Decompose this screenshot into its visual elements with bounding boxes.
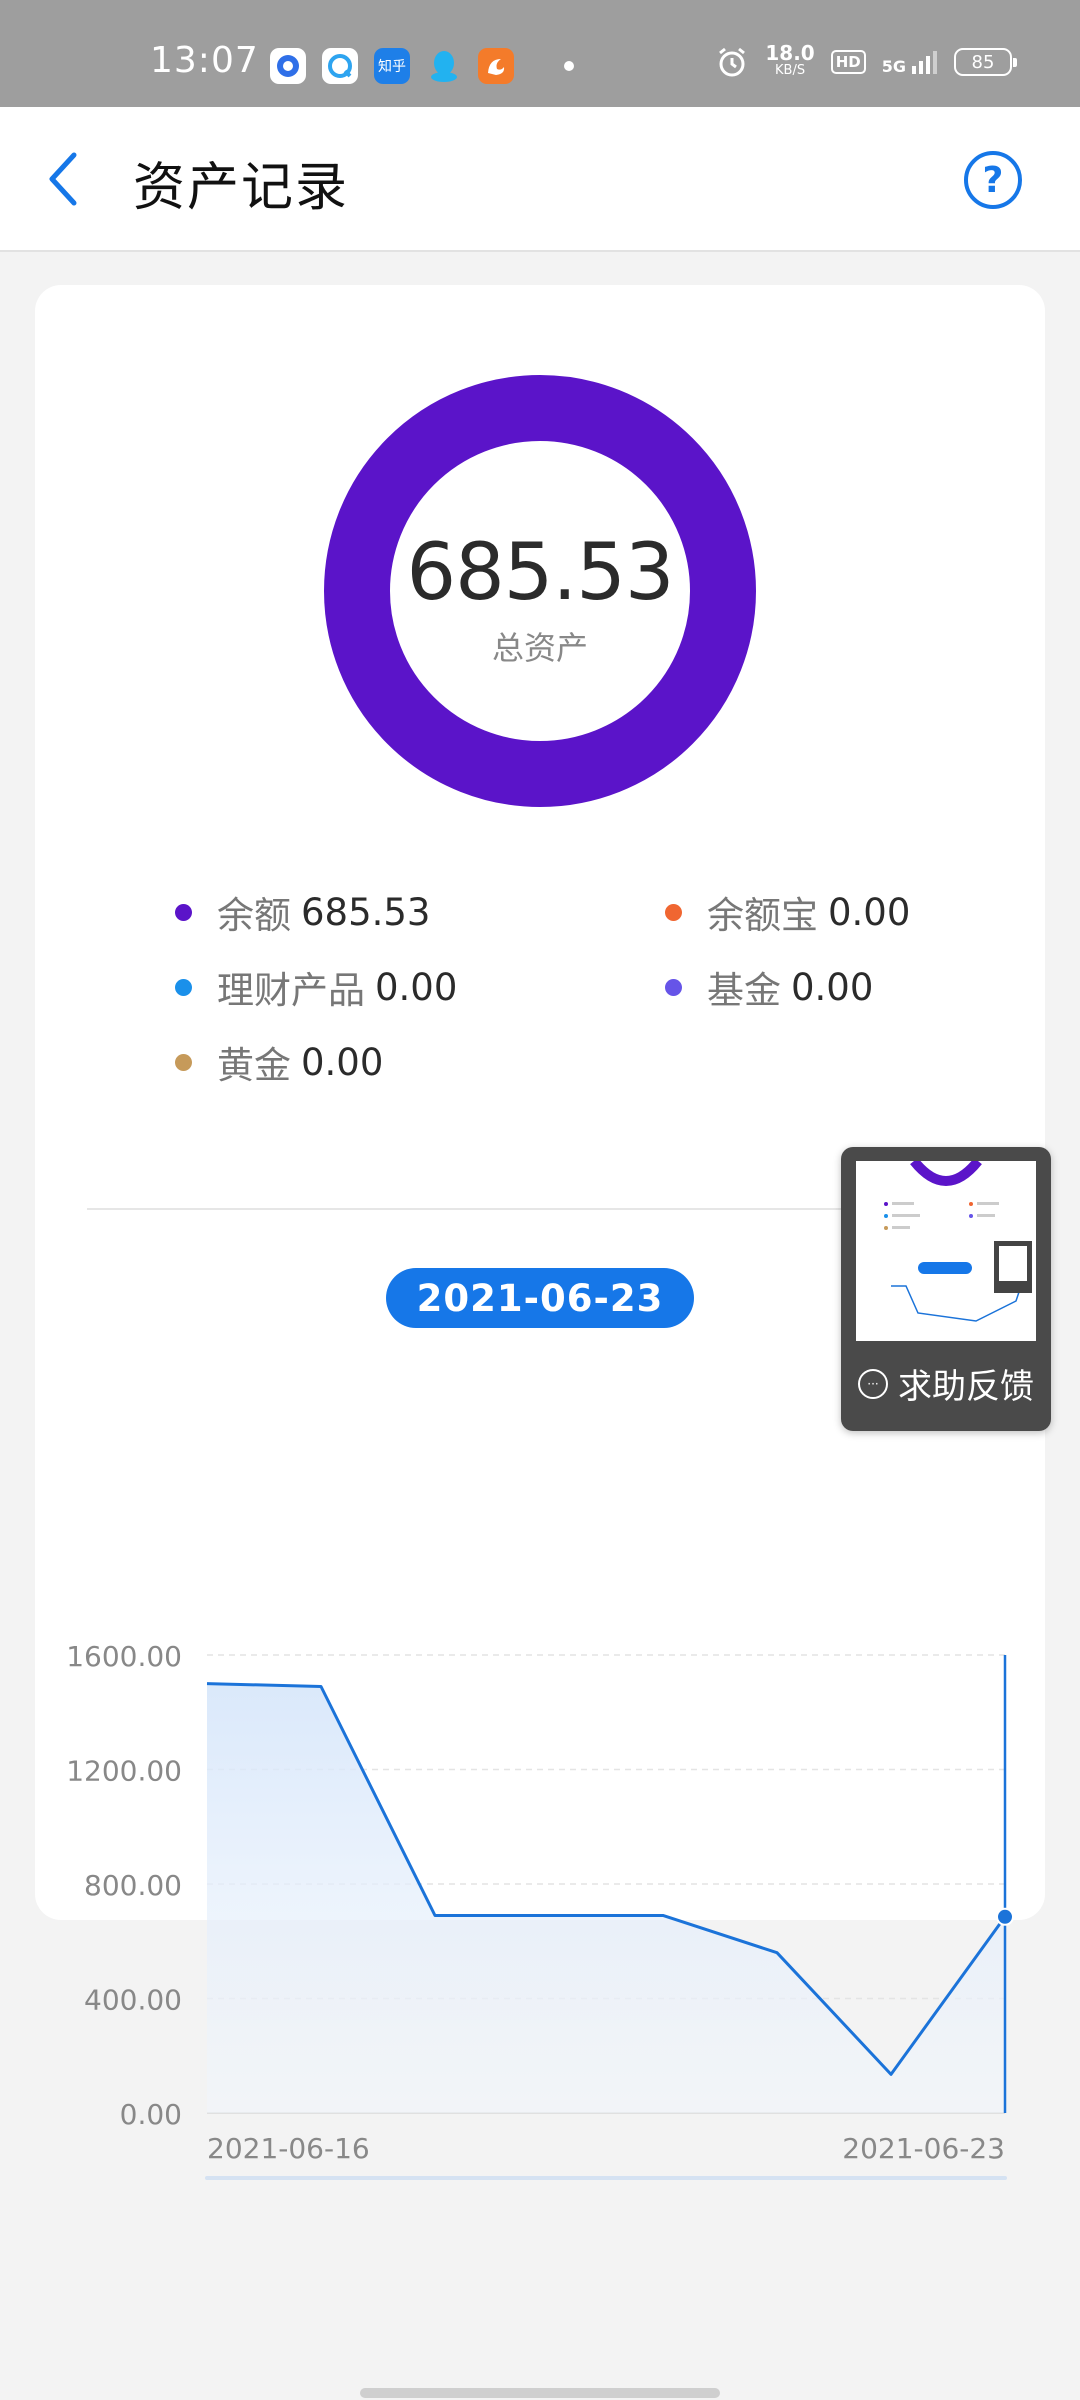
legend-item-gold: 黄金 0.00 (175, 1035, 383, 1089)
legend-item-balance: 余额 685.53 (175, 885, 430, 939)
y-tick-label: 0.00 (120, 2098, 182, 2131)
legend-item-funds: 基金 0.00 (665, 960, 873, 1014)
legend-name: 基金 (707, 969, 781, 1012)
x-tick-label: 2021-06-16 (207, 2132, 370, 2165)
y-tick-label: 1600.00 (66, 1640, 182, 1673)
status-app-icons: 知乎 (270, 48, 574, 84)
status-indicators: 18.0 KB/S HD 5G 85 (715, 43, 1017, 80)
zhihu-app-icon: 知乎 (374, 48, 410, 84)
header: 资产记录 ? (0, 107, 1080, 252)
legend-value: 0.00 (828, 890, 911, 934)
feedback-label: 求助反馈 (898, 1367, 1034, 1407)
signal-icon: 5G (882, 48, 938, 76)
network-speed: 18.0 KB/S (765, 43, 814, 80)
back-button[interactable] (40, 147, 90, 211)
feedback-float-button[interactable]: ··· 求助反馈 (841, 1147, 1051, 1431)
legend-name: 黄金 (217, 1044, 291, 1087)
legend-name: 理财产品 (217, 969, 365, 1012)
selected-point[interactable] (996, 1907, 1014, 1926)
y-tick-label: 800.00 (84, 1869, 182, 1902)
network-type: 5G (881, 57, 906, 76)
chevron-left-icon (49, 152, 77, 206)
help-button[interactable]: ? (964, 151, 1022, 209)
screenshot-preview-image (884, 1161, 1032, 1322)
status-time: 13:07 (150, 40, 259, 81)
area-fill (207, 1683, 1005, 2113)
qq-app-icon (426, 48, 462, 84)
total-assets-value: 685.53 (406, 528, 675, 618)
legend-item-yuebao: 余额宝 0.00 (665, 885, 910, 939)
asset-card: 685.53 总资产 余额 685.53 余额宝 0.00 理财产品 0.00 … (35, 285, 1045, 2180)
legend-value: 0.00 (301, 1040, 384, 1084)
total-assets-label: 总资产 (491, 629, 588, 667)
legend-dot (665, 903, 682, 921)
legend-dot (175, 1053, 192, 1071)
feedback-screenshot-thumbnail (856, 1161, 1036, 1341)
battery-icon: 85 (954, 48, 1017, 76)
uc-browser-app-icon (478, 48, 514, 84)
browser-app-icon (270, 48, 306, 84)
legend-name: 余额宝 (707, 894, 818, 937)
battery-level: 85 (971, 51, 995, 73)
qq-browser-app-icon (322, 48, 358, 84)
y-tick-label: 1200.00 (66, 1755, 182, 1788)
y-tick-label: 400.00 (84, 1984, 182, 2017)
zhihu-app-label: 知乎 (378, 59, 406, 75)
legend-value: 0.00 (375, 965, 458, 1009)
legend-dot (665, 978, 682, 996)
x-tick-label: 2021-06-23 (842, 2132, 1005, 2165)
question-mark-icon: ? (982, 159, 1004, 201)
legend-name: 余额 (217, 894, 291, 937)
chat-bubble-icon: ··· (858, 1368, 888, 1399)
signal-bars-icon (912, 51, 937, 74)
legend-dot (175, 978, 192, 996)
hd-badge: HD (830, 50, 866, 74)
selected-date-badge: 2021-06-23 (386, 1268, 694, 1328)
legend-value: 0.00 (791, 965, 874, 1009)
more-notifications-dot (564, 61, 574, 71)
feedback-label-row: ··· 求助反馈 (841, 1359, 1051, 1408)
legend-dot (175, 903, 192, 921)
status-bar: 13:07 知乎 18.0 KB/S HD 5G 85 (0, 0, 1080, 107)
home-indicator[interactable] (360, 2388, 720, 2398)
alarm-icon (719, 47, 746, 77)
legend-value: 685.53 (301, 890, 431, 934)
page-title: 资产记录 (133, 158, 350, 218)
legend-item-wealth-products: 理财产品 0.00 (175, 960, 457, 1014)
